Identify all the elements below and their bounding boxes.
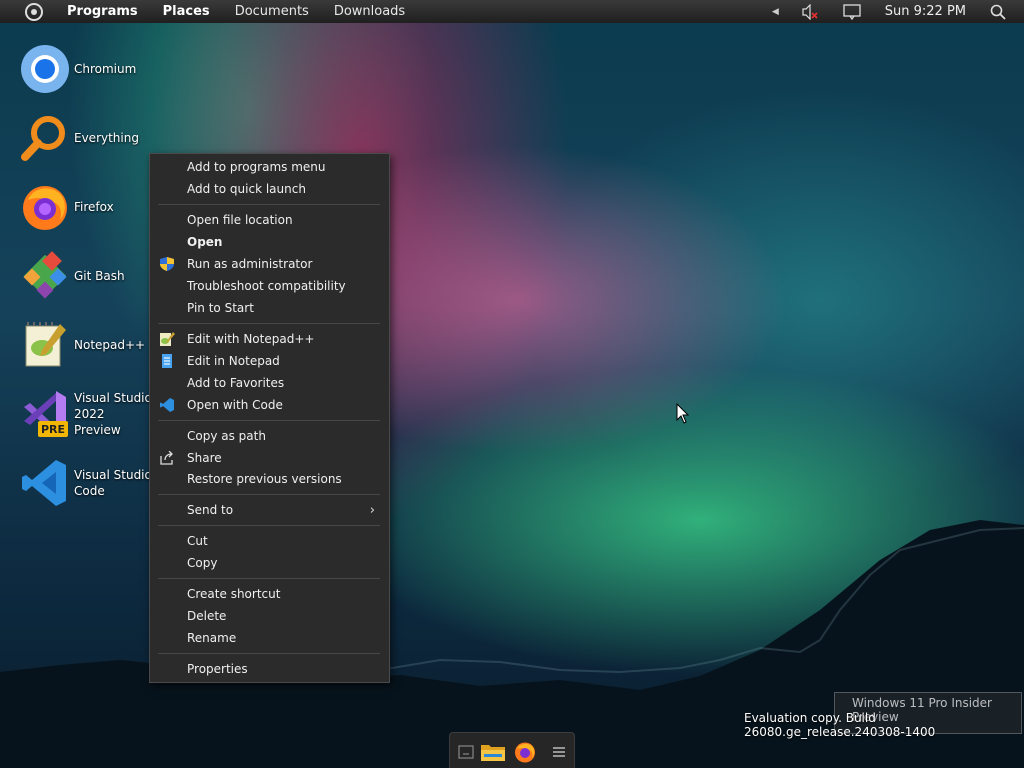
show-desktop-icon[interactable] [455, 741, 477, 763]
menu-item-label: Add to quick launch [187, 182, 306, 196]
menu-item-label: Send to [187, 503, 234, 517]
menu-item-label: Create shortcut [187, 587, 281, 601]
visual-studio-preview-icon: PRE [24, 391, 68, 437]
menu-item-label: Properties [187, 662, 248, 676]
share-icon [160, 451, 173, 465]
menu-item-share[interactable]: Share [150, 447, 389, 469]
menu-item-restore-previous-versions[interactable]: Restore previous versions [150, 468, 389, 490]
menu-item-add-to-programs-menu[interactable]: Add to programs menu [150, 156, 389, 178]
desktop-icon-label: Everything [74, 131, 139, 145]
shield-icon [160, 257, 174, 271]
git-bash-icon [23, 251, 67, 299]
menu-item-create-shortcut[interactable]: Create shortcut [150, 583, 389, 605]
menu-item-label: Edit in Notepad [187, 354, 280, 368]
menu-item-open[interactable]: Open [150, 231, 389, 253]
menu-documents[interactable]: Documents [235, 4, 309, 19]
menu-item-label: Open [187, 235, 223, 249]
watermark-build: Evaluation copy. Build 26080.ge_release.… [744, 711, 936, 739]
desktop-icon-git-bash[interactable]: Git Bash [20, 251, 160, 301]
menu-separator [158, 578, 380, 579]
chromium-icon [21, 45, 69, 93]
tray-expand-icon[interactable]: ◀ [772, 7, 779, 17]
menu-item-edit-in-notepad[interactable]: Edit in Notepad [150, 350, 389, 372]
menu-item-label: Cut [187, 534, 208, 548]
everything-icon [21, 116, 65, 161]
menu-separator [158, 323, 380, 324]
menu-item-label: Copy [187, 556, 218, 570]
desktop-icon-firefox[interactable]: Firefox [20, 182, 160, 232]
menu-item-troubleshoot-compatibility[interactable]: Troubleshoot compatibility [150, 275, 389, 297]
menu-item-label: Add to programs menu [187, 160, 326, 174]
dock [449, 732, 575, 768]
desktop-icon-label: Visual Studio 2022 Preview [74, 391, 152, 437]
menu-item-pin-to-start[interactable]: Pin to Start [150, 297, 389, 319]
file-explorer-icon[interactable] [480, 741, 506, 763]
system-tray: ◀ Sun 9:22 PM [772, 0, 1024, 23]
menu-item-label: Delete [187, 609, 227, 623]
menu-item-label: Open file location [187, 213, 293, 227]
menu-separator [158, 494, 380, 495]
menu-item-label: Restore previous versions [187, 472, 342, 486]
vscode-icon [160, 398, 174, 412]
desktop-icon-label: Visual Studio Code [74, 468, 152, 498]
desktop-icon-notepad-plus-plus[interactable]: Notepad++ [20, 320, 160, 370]
menu-separator [158, 204, 380, 205]
menu-item-cut[interactable]: Cut [150, 530, 389, 552]
menu-item-copy[interactable]: Copy [150, 552, 389, 574]
firefox-icon [23, 186, 67, 230]
menu-item-properties[interactable]: Properties [150, 658, 389, 680]
desktop-icon-chromium[interactable]: Chromium [20, 44, 160, 94]
notepad-icon [162, 354, 172, 368]
menu-item-label: Edit with Notepad++ [187, 332, 315, 346]
menu-separator [158, 420, 380, 421]
menu-icon[interactable] [550, 741, 568, 763]
menu-item-add-to-favorites[interactable]: Add to Favorites [150, 372, 389, 394]
menu-places[interactable]: Places [163, 4, 210, 19]
menu-item-delete[interactable]: Delete [150, 605, 389, 627]
desktop-icon-label: Firefox [74, 200, 114, 214]
menu-programs[interactable]: Programs [67, 4, 138, 19]
menu-item-label: Open with Code [187, 398, 283, 412]
context-menu: Add to programs menu Add to quick launch… [149, 153, 390, 683]
desktop-icon-everything[interactable]: Everything [20, 113, 160, 163]
desktop-icon-visual-studio-preview[interactable]: PRE Visual Studio 2022 Preview [20, 389, 160, 439]
menu-item-run-as-administrator[interactable]: Run as administrator [150, 253, 389, 275]
menu-item-add-to-quick-launch[interactable]: Add to quick launch [150, 178, 389, 200]
desktop-icon-label: Chromium [74, 62, 137, 76]
mouse-cursor-icon [676, 403, 690, 424]
notepad-plus-plus-icon [25, 322, 66, 367]
menu-separator [158, 525, 380, 526]
menu-item-open-with-code[interactable]: Open with Code [150, 394, 389, 416]
menu-item-label: Run as administrator [187, 257, 313, 271]
menu-item-label: Add to Favorites [187, 376, 285, 390]
firefox-icon[interactable] [514, 741, 536, 763]
chevron-right-icon: › [369, 502, 375, 518]
start-menu-icon[interactable] [25, 2, 43, 21]
preview-badge: PRE [41, 423, 65, 436]
menu-item-copy-as-path[interactable]: Copy as path [150, 425, 389, 447]
menu-separator [158, 653, 380, 654]
menu-item-label: Troubleshoot compatibility [187, 279, 346, 293]
desktop-icon-label: Git Bash [74, 269, 125, 283]
clock[interactable]: Sun 9:22 PM [885, 4, 966, 19]
menu-downloads[interactable]: Downloads [334, 4, 405, 19]
volume-muted-icon[interactable] [801, 3, 819, 20]
vscode-icon [22, 460, 66, 506]
desktop-icon-label: Notepad++ [74, 338, 146, 352]
desktop-icon-vscode[interactable]: Visual Studio Code [20, 458, 160, 508]
top-panel: Programs Places Documents Downloads ◀ Su… [0, 0, 1024, 23]
menu-item-open-file-location[interactable]: Open file location [150, 209, 389, 231]
search-icon[interactable] [990, 4, 1006, 20]
notepad-plus-plus-icon [160, 332, 175, 346]
menu-item-rename[interactable]: Rename [150, 627, 389, 649]
menu-item-edit-with-notepad-plus-plus[interactable]: Edit with Notepad++ [150, 328, 389, 350]
menu-item-label: Share [187, 451, 222, 465]
menu-item-send-to[interactable]: Send to › [150, 499, 389, 521]
menu-item-label: Pin to Start [187, 301, 254, 315]
menu-item-label: Rename [187, 631, 237, 645]
menu-item-label: Copy as path [187, 429, 266, 443]
notification-icon[interactable] [843, 3, 861, 20]
